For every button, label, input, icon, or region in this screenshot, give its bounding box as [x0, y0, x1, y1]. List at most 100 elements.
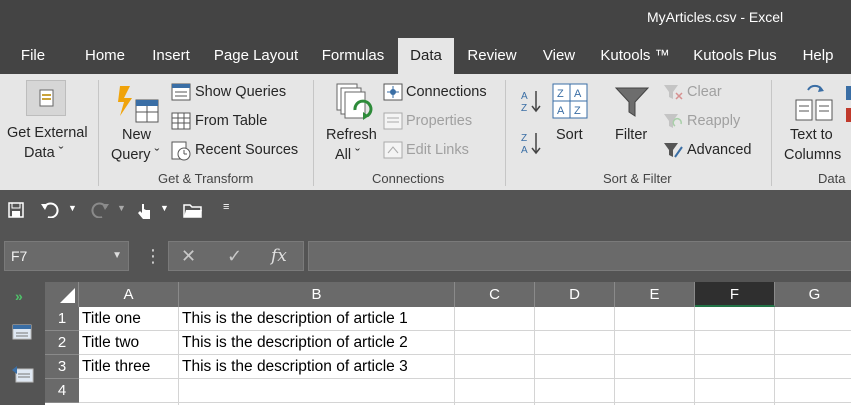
gridline [694, 307, 695, 405]
cell-b3[interactable]: This is the description of article 3 [179, 355, 408, 379]
tab-data[interactable]: Data [398, 38, 454, 74]
show-queries-button[interactable]: Show Queries [195, 84, 286, 100]
column-header-c[interactable]: C [455, 282, 535, 307]
column-header-g[interactable]: G [775, 282, 851, 307]
from-table-button[interactable]: From Table [195, 113, 267, 129]
tab-home[interactable]: Home [76, 38, 134, 74]
group-label-get-transform: Get & Transform [158, 171, 254, 186]
select-all-button[interactable] [45, 282, 79, 307]
text-to-columns-line2[interactable]: Columns [784, 147, 841, 163]
edit-links-icon [383, 141, 403, 159]
column-header-f[interactable]: F [695, 282, 775, 307]
save-icon[interactable] [8, 202, 24, 218]
enter-icon[interactable]: ✓ [227, 246, 242, 267]
flash-fill-icon[interactable] [846, 86, 851, 146]
svg-text:A: A [521, 91, 528, 102]
undo-dropdown-icon[interactable]: ▼ [68, 203, 77, 213]
row-header-1[interactable]: 1 [45, 307, 79, 331]
new-query-line2[interactable]: Query ˇ [111, 147, 159, 163]
sort-a-to-z-icon[interactable]: A Z [520, 88, 542, 114]
workbook-list-icon[interactable] [12, 366, 34, 384]
touch-mode-icon[interactable] [136, 202, 152, 220]
worksheet-grid: A B C D E F G 1 2 3 4 Title one This is … [45, 282, 851, 405]
svg-text:A: A [557, 105, 565, 117]
cell-a2[interactable]: Title two [79, 331, 139, 355]
more-options-icon[interactable]: ⋮ [144, 246, 162, 267]
cell-a3[interactable]: Title three [79, 355, 150, 379]
formula-buttons: ✕ ✓ fx [168, 241, 304, 271]
text-to-columns-icon[interactable] [794, 84, 834, 124]
cell-a1[interactable]: Title one [79, 307, 141, 331]
table-icon [171, 112, 191, 130]
get-external-data-button[interactable] [26, 80, 66, 116]
group-separator [771, 80, 772, 186]
sort-icon[interactable]: Z A A Z [552, 83, 588, 119]
tab-kutools-plus[interactable]: Kutools Plus [686, 38, 784, 74]
refresh-all-icon[interactable] [333, 80, 373, 126]
database-table-icon [39, 89, 54, 107]
column-header-d[interactable]: D [535, 282, 615, 307]
cancel-icon[interactable]: ✕ [181, 246, 196, 267]
name-box[interactable]: F7 ▼ [4, 241, 129, 271]
svg-text:Z: Z [521, 103, 527, 114]
get-external-line1: Get External [7, 125, 88, 141]
gridline [774, 307, 775, 405]
tab-file[interactable]: File [10, 38, 56, 74]
tab-formulas[interactable]: Formulas [314, 38, 392, 74]
redo-icon[interactable] [90, 202, 110, 218]
formula-bar: F7 ▼ ⋮ ✕ ✓ fx [0, 232, 851, 282]
navigation-pane-icon[interactable] [12, 324, 32, 342]
customize-toolbar-icon[interactable]: ≡ [223, 201, 229, 213]
group-separator [98, 80, 99, 186]
advanced-button[interactable]: Advanced [687, 142, 752, 158]
new-query-line1[interactable]: New [122, 127, 151, 143]
cell-b1[interactable]: This is the description of article 1 [179, 307, 408, 331]
select-all-triangle-icon [60, 288, 75, 303]
cell-b4[interactable] [179, 379, 182, 403]
connections-icon [383, 83, 403, 101]
open-folder-icon[interactable] [183, 202, 203, 218]
svg-text:A: A [574, 88, 582, 100]
new-query-icon[interactable] [114, 82, 160, 126]
column-header-e[interactable]: E [615, 282, 695, 307]
undo-icon[interactable] [40, 202, 60, 218]
tab-review[interactable]: Review [460, 38, 524, 74]
group-label-sort-filter: Sort & Filter [603, 171, 672, 186]
sort-button[interactable]: Sort [556, 127, 583, 143]
gridline [79, 402, 851, 403]
edit-links-button[interactable]: Edit Links [406, 142, 469, 158]
expand-panel-icon[interactable]: » [15, 288, 23, 304]
column-header-a[interactable]: A [79, 282, 179, 307]
chevron-down-icon[interactable]: ▼ [112, 250, 122, 261]
row-header-2[interactable]: 2 [45, 331, 79, 355]
cell-a4[interactable] [79, 379, 82, 403]
formula-input[interactable] [308, 241, 851, 271]
reapply-button[interactable]: Reapply [687, 113, 740, 129]
ribbon: Get External Data ˇ New Query ˇ Show Que… [0, 74, 851, 190]
tab-view[interactable]: View [534, 38, 584, 74]
properties-button[interactable]: Properties [406, 113, 472, 129]
text-to-columns-line1[interactable]: Text to [790, 127, 833, 143]
row-header-4[interactable]: 4 [45, 379, 79, 403]
touch-dropdown-icon[interactable]: ▼ [160, 203, 169, 213]
tab-help[interactable]: Help [794, 38, 842, 74]
filter-button[interactable]: Filter [615, 127, 647, 143]
sort-z-to-a-icon[interactable]: Z A [520, 130, 542, 156]
insert-function-icon[interactable]: fx [271, 246, 287, 266]
tab-page-layout[interactable]: Page Layout [208, 38, 304, 74]
redo-dropdown-icon[interactable]: ▼ [117, 203, 126, 213]
tab-insert[interactable]: Insert [144, 38, 198, 74]
advanced-filter-icon [664, 143, 683, 158]
refresh-all-line1[interactable]: Refresh [326, 127, 377, 143]
row-header-3[interactable]: 3 [45, 355, 79, 379]
column-header-b[interactable]: B [179, 282, 455, 307]
connections-button[interactable]: Connections [406, 84, 487, 100]
filter-icon[interactable] [614, 84, 650, 120]
tab-kutools[interactable]: Kutools ™ [594, 38, 676, 74]
recent-sources-button[interactable]: Recent Sources [195, 142, 298, 158]
cell-b2[interactable]: This is the description of article 2 [179, 331, 408, 355]
group-label-connections: Connections [372, 171, 445, 186]
name-box-value: F7 [11, 248, 28, 264]
refresh-all-line2[interactable]: All ˇ [335, 147, 360, 163]
clear-button[interactable]: Clear [687, 84, 722, 100]
